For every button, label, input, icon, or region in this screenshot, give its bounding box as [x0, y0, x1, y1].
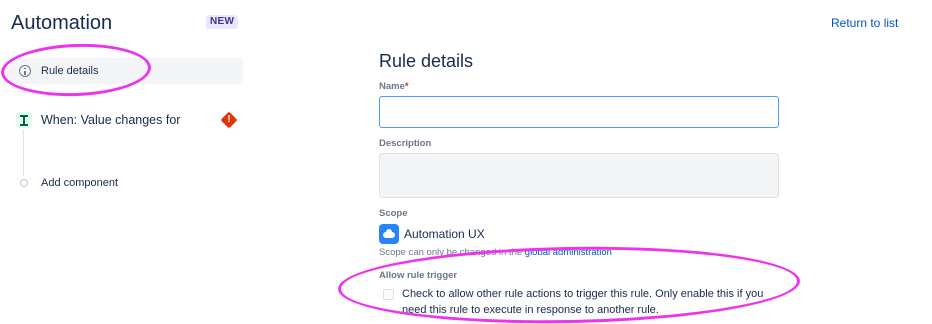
app-title: Automation — [11, 12, 113, 34]
name-input[interactable] — [379, 96, 779, 128]
info-icon — [19, 65, 31, 77]
page-title: Rule details — [379, 51, 474, 71]
sidebar-item-label: Rule details — [41, 65, 99, 77]
project-cloud-icon — [379, 224, 399, 244]
allow-trigger-label: Allow rule trigger — [379, 270, 458, 281]
scope-note: Scope can only be changed in the global … — [379, 247, 612, 258]
allow-trigger-checkbox[interactable] — [383, 289, 394, 300]
sidebar-item-rule-details[interactable]: Rule details — [6, 58, 243, 84]
global-administration-link[interactable]: global administration — [525, 247, 612, 258]
trigger-icon — [16, 112, 32, 128]
scope-project-name: Automation UX — [404, 227, 485, 241]
sidebar-item-add-component[interactable]: Add component — [41, 177, 118, 189]
scope-field-label: Scope — [379, 208, 408, 219]
add-dot-icon — [20, 179, 28, 187]
name-field-label: Name* — [379, 81, 409, 92]
timeline-connector — [23, 130, 25, 176]
sidebar-item-trigger[interactable]: When: Value changes for — [41, 113, 180, 127]
description-field-label: Description — [379, 138, 432, 149]
allow-trigger-description: Check to allow other rule actions to tri… — [402, 288, 764, 316]
new-badge: NEW — [206, 15, 239, 29]
description-input[interactable] — [379, 153, 779, 198]
return-to-list-link[interactable]: Return to list — [831, 16, 898, 30]
